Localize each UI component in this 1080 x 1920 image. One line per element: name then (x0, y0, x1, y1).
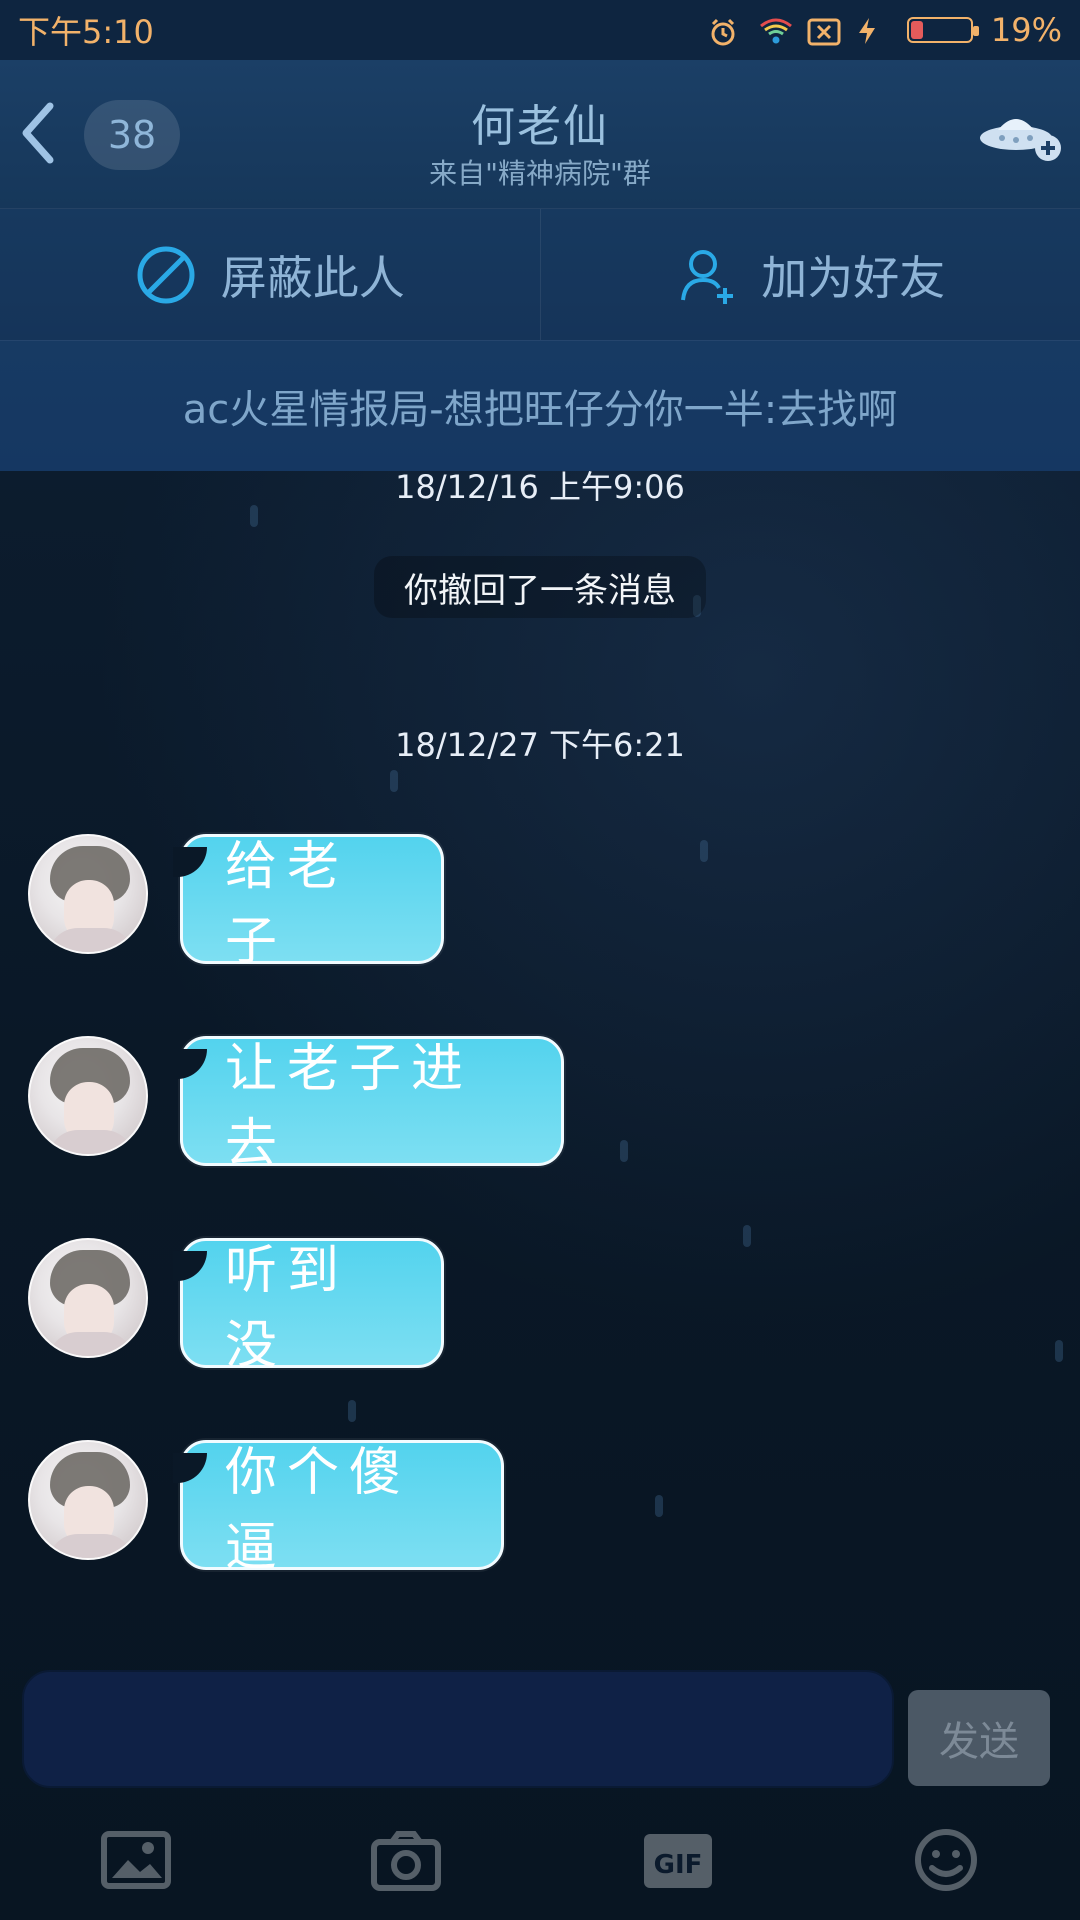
timestamp: 18/12/16 上午9:06 (395, 468, 685, 506)
star-dot (620, 1140, 628, 1162)
add-friend-label: 加为好友 (761, 251, 946, 305)
avatar[interactable] (28, 1238, 148, 1358)
star-dot (700, 840, 708, 862)
send-button[interactable]: 发送 (908, 1690, 1050, 1786)
image-button[interactable] (98, 1826, 174, 1894)
add-friend-icon (681, 250, 734, 304)
contact-actions: 屏蔽此人 加为好友 (0, 208, 1080, 341)
gif-icon: GIF (644, 1834, 712, 1888)
avatar[interactable] (28, 1036, 148, 1156)
message-row: 让老子进去 (28, 1036, 564, 1174)
camera-icon (371, 1831, 441, 1891)
wifi-icon (757, 16, 792, 44)
star-dot (250, 505, 258, 527)
message-bubble[interactable]: 听到没 (173, 1238, 444, 1376)
page-subtitle: 来自"精神病院"群 (429, 157, 651, 190)
star-dot (655, 1495, 663, 1517)
battery-icon (906, 17, 979, 43)
message-bubble[interactable]: 给老子 (173, 834, 444, 972)
message-row: 你个傻逼 (28, 1440, 504, 1578)
gif-text: GIF (654, 1850, 703, 1880)
status-bar: 下午5:10 19% (0, 0, 1080, 60)
message-input[interactable] (22, 1670, 894, 1788)
recall-notice: 你撤回了一条消息 (374, 556, 706, 618)
status-time: 下午5:10 (18, 13, 154, 51)
chat-header: 38 何老仙 来自"精神病院"群 (0, 60, 1080, 208)
message-row: 听到没 (28, 1238, 444, 1376)
star-dot (390, 770, 398, 792)
avatar[interactable] (28, 834, 148, 954)
avatar[interactable] (28, 1440, 148, 1560)
image-icon (101, 1831, 171, 1889)
gif-button[interactable]: GIF (640, 1826, 716, 1894)
page-title: 何老仙 (471, 101, 609, 152)
emoji-button[interactable] (908, 1826, 984, 1894)
add-contact-button[interactable] (976, 106, 1068, 164)
emoji-icon (915, 1829, 977, 1891)
battery-tip (972, 26, 979, 36)
message-bubble[interactable]: 让老子进去 (173, 1036, 564, 1174)
message-bubble[interactable]: 你个傻逼 (173, 1440, 504, 1578)
bottom-toolbar: GIF (0, 1800, 1080, 1920)
battery-percent: 19% (990, 11, 1062, 49)
block-icon (137, 246, 195, 304)
group-notice[interactable]: ac火星情报局-想把旺仔分你一半:去找啊 (0, 340, 1080, 471)
message-row: 给老子 (28, 834, 444, 972)
block-user-label: 屏蔽此人 (220, 251, 405, 305)
alarm-icon (707, 16, 739, 46)
battery-fill (910, 21, 923, 39)
star-dot (743, 1225, 751, 1247)
sim-error-icon (807, 16, 841, 46)
camera-button[interactable] (368, 1826, 444, 1894)
star-dot (1055, 1340, 1063, 1362)
star-dot (348, 1400, 356, 1422)
ufo-add-icon (980, 119, 1061, 161)
charging-icon (857, 16, 889, 44)
timestamp: 18/12/27 下午6:21 (395, 726, 685, 764)
status-icons: 19% (707, 11, 1062, 49)
block-user-button[interactable]: 屏蔽此人 (0, 209, 541, 341)
add-friend-button[interactable]: 加为好友 (541, 209, 1080, 341)
